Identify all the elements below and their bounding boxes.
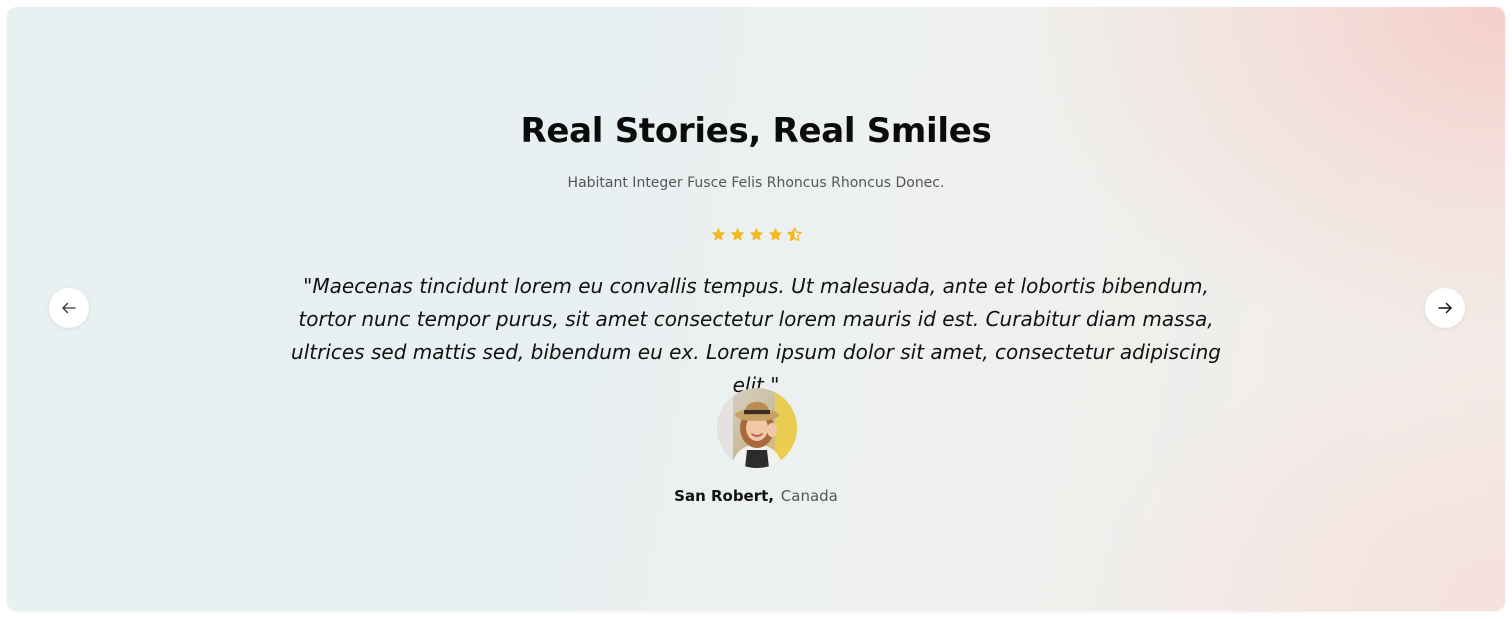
previous-slide-button[interactable] [49,288,89,328]
author-location: Canada [780,487,838,505]
section-subtitle: Habitant Integer Fusce Felis Rhoncus Rho… [567,175,945,191]
star-icon [749,227,763,241]
star-icon [730,227,744,241]
star-half-icon [786,227,802,242]
star-rating [7,226,1505,243]
section-title: Real Stories, Real Smiles [520,111,992,151]
avatar [717,388,797,468]
star-icon [711,227,725,241]
next-slide-button[interactable] [1425,288,1465,328]
arrow-left-icon [62,302,76,314]
testimonial-quote: "Maecenas tincidunt lorem eu convallis t… [291,274,1221,397]
star-icon [768,227,782,241]
author-name: San Robert, [674,487,774,505]
arrow-right-icon [1438,302,1452,314]
testimonial-author: San Robert, Canada [7,487,1505,505]
testimonial-section: Real Stories, Real Smiles Habitant Integ… [7,7,1505,611]
